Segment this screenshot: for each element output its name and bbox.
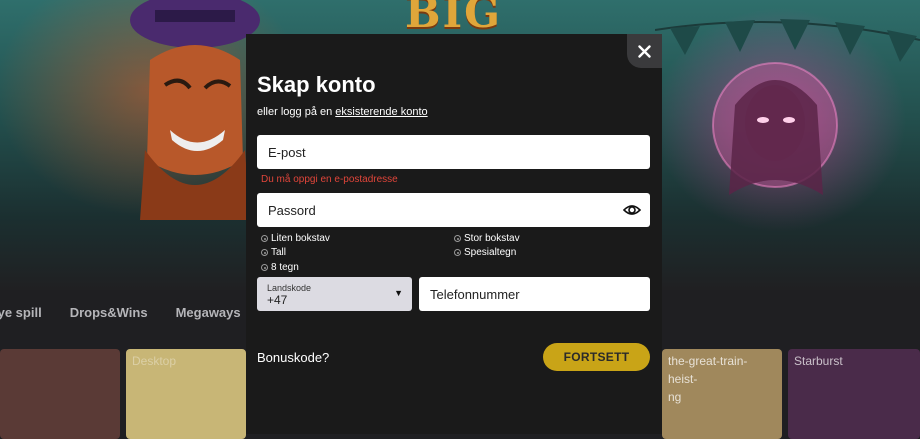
game-tile-train-heist[interactable]: the-great-train-heist- ng bbox=[662, 349, 782, 439]
requirement-label: Stor bokstav bbox=[464, 233, 520, 244]
email-placeholder: E-post bbox=[268, 144, 306, 160]
banner-big-text: BIG bbox=[405, 0, 503, 37]
modal-title: Skap konto bbox=[257, 72, 376, 97]
email-error-message: Du må oppgi en e-postadresse bbox=[261, 174, 398, 185]
requirement-label: Tall bbox=[271, 247, 287, 258]
category-tab[interactable]: lye spill bbox=[0, 305, 42, 320]
requirement-length: 8 tegn bbox=[261, 262, 299, 273]
category-tab-drops-wins[interactable]: Drops&Wins bbox=[70, 305, 148, 320]
requirement-label: 8 tegn bbox=[271, 262, 299, 273]
password-field[interactable]: Passord bbox=[257, 193, 650, 227]
requirement-lowercase: Liten bokstav bbox=[261, 233, 330, 244]
close-button[interactable] bbox=[627, 34, 662, 68]
eye-icon[interactable] bbox=[623, 202, 641, 218]
country-code-label: Landskode bbox=[267, 283, 312, 293]
leprechaun-artwork bbox=[130, 0, 260, 220]
requirement-label: Spesialtegn bbox=[464, 247, 517, 258]
witch-artwork bbox=[712, 62, 838, 195]
game-tile-desktop[interactable]: Desktop bbox=[126, 349, 246, 439]
login-prompt: eller logg på en eksisterende konto bbox=[257, 106, 428, 118]
requirement-dot-icon bbox=[261, 235, 268, 242]
requirement-dot-icon bbox=[454, 249, 461, 256]
requirement-number: Tall bbox=[261, 247, 286, 258]
close-icon bbox=[638, 44, 651, 58]
requirement-dot-icon bbox=[261, 264, 268, 271]
country-code-select[interactable]: Landskode +47 ▼ bbox=[257, 277, 412, 311]
continue-button[interactable]: FORTSETT bbox=[543, 343, 650, 371]
email-field[interactable]: E-post bbox=[257, 135, 650, 169]
requirement-label: Liten bokstav bbox=[271, 233, 330, 244]
requirement-special: Spesialtegn bbox=[454, 247, 516, 258]
game-tile[interactable] bbox=[0, 349, 120, 439]
bonus-code-link[interactable]: Bonuskode? bbox=[257, 350, 329, 365]
existing-account-link[interactable]: eksisterende konto bbox=[335, 106, 427, 118]
requirement-uppercase: Stor bokstav bbox=[454, 233, 520, 244]
category-tabs: lye spill Drops&Wins Megaways bbox=[0, 293, 269, 331]
password-placeholder: Passord bbox=[268, 202, 316, 218]
category-tab-megaways[interactable]: Megaways bbox=[176, 305, 241, 320]
login-prefix-text: eller logg på en bbox=[257, 106, 336, 118]
chevron-down-icon: ▼ bbox=[394, 288, 403, 298]
phone-placeholder: Telefonnummer bbox=[430, 286, 520, 302]
requirement-dot-icon bbox=[454, 235, 461, 242]
phone-number-field[interactable]: Telefonnummer bbox=[419, 277, 650, 311]
game-tile-starburst[interactable]: Starburst bbox=[788, 349, 920, 439]
country-code-value: +47 bbox=[267, 293, 288, 307]
requirement-dot-icon bbox=[261, 249, 268, 256]
